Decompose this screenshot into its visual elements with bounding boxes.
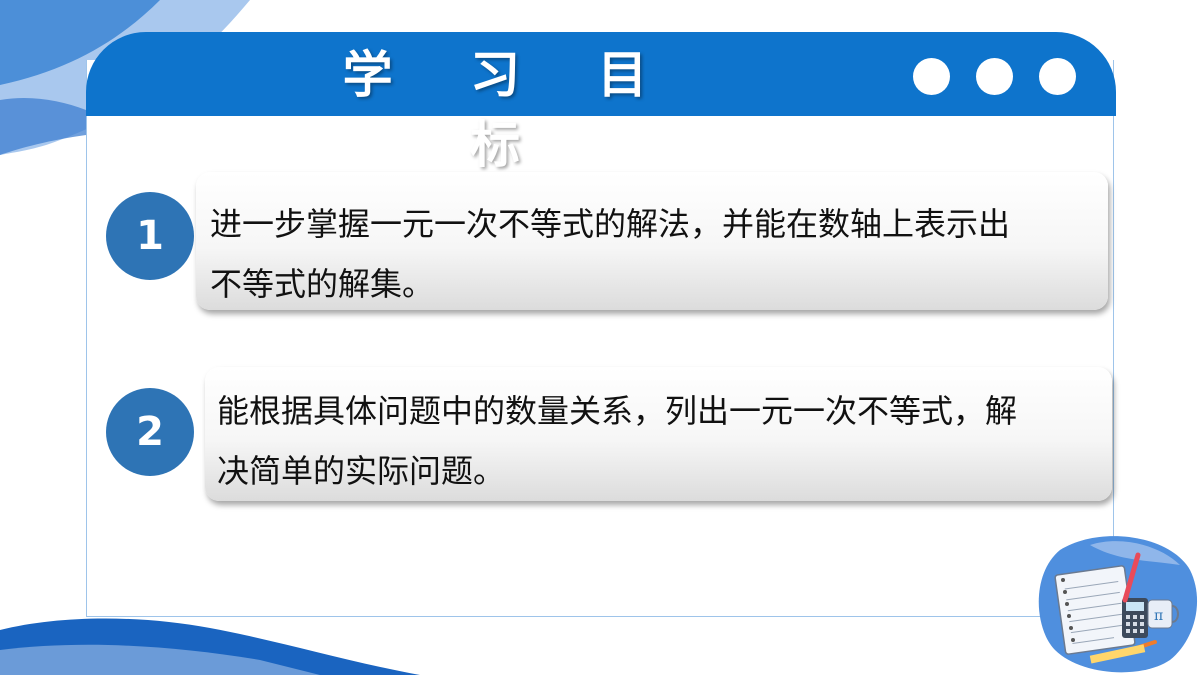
- pi-symbol: π: [1154, 608, 1163, 624]
- dot-icon: [1039, 58, 1076, 95]
- goal-card-2: 能根据具体问题中的数量关系，列出一元一次不等式，解 决简单的实际问题。: [205, 367, 1112, 501]
- slide: 学 习 目 标 1 进一步掌握一元一次不等式的解法，并能在数轴上表示出 不等式的…: [0, 0, 1200, 675]
- page-title: 学 习 目 标: [342, 46, 678, 174]
- goal-text-1-line-2: 不等式的解集。: [210, 265, 435, 303]
- goal-card-1: 进一步掌握一元一次不等式的解法，并能在数轴上表示出 不等式的解集。: [196, 172, 1108, 310]
- goal-text-1-line-1: 进一步掌握一元一次不等式的解法，并能在数轴上表示出: [210, 205, 1011, 243]
- dot-icon: [976, 58, 1013, 95]
- content-frame: [86, 60, 1114, 617]
- three-white-dots-icon: [913, 58, 1076, 95]
- goal-text-2-line-1: 能根据具体问题中的数量关系，列出一元一次不等式，解: [217, 392, 1018, 430]
- goal-text-2-line-2: 决简单的实际问题。: [217, 452, 506, 490]
- goal-number-badge-1: 1: [106, 192, 194, 280]
- dot-icon: [913, 58, 950, 95]
- math-stationery-illustration-icon: π: [1038, 536, 1198, 673]
- goal-number-badge-2: 2: [106, 388, 194, 476]
